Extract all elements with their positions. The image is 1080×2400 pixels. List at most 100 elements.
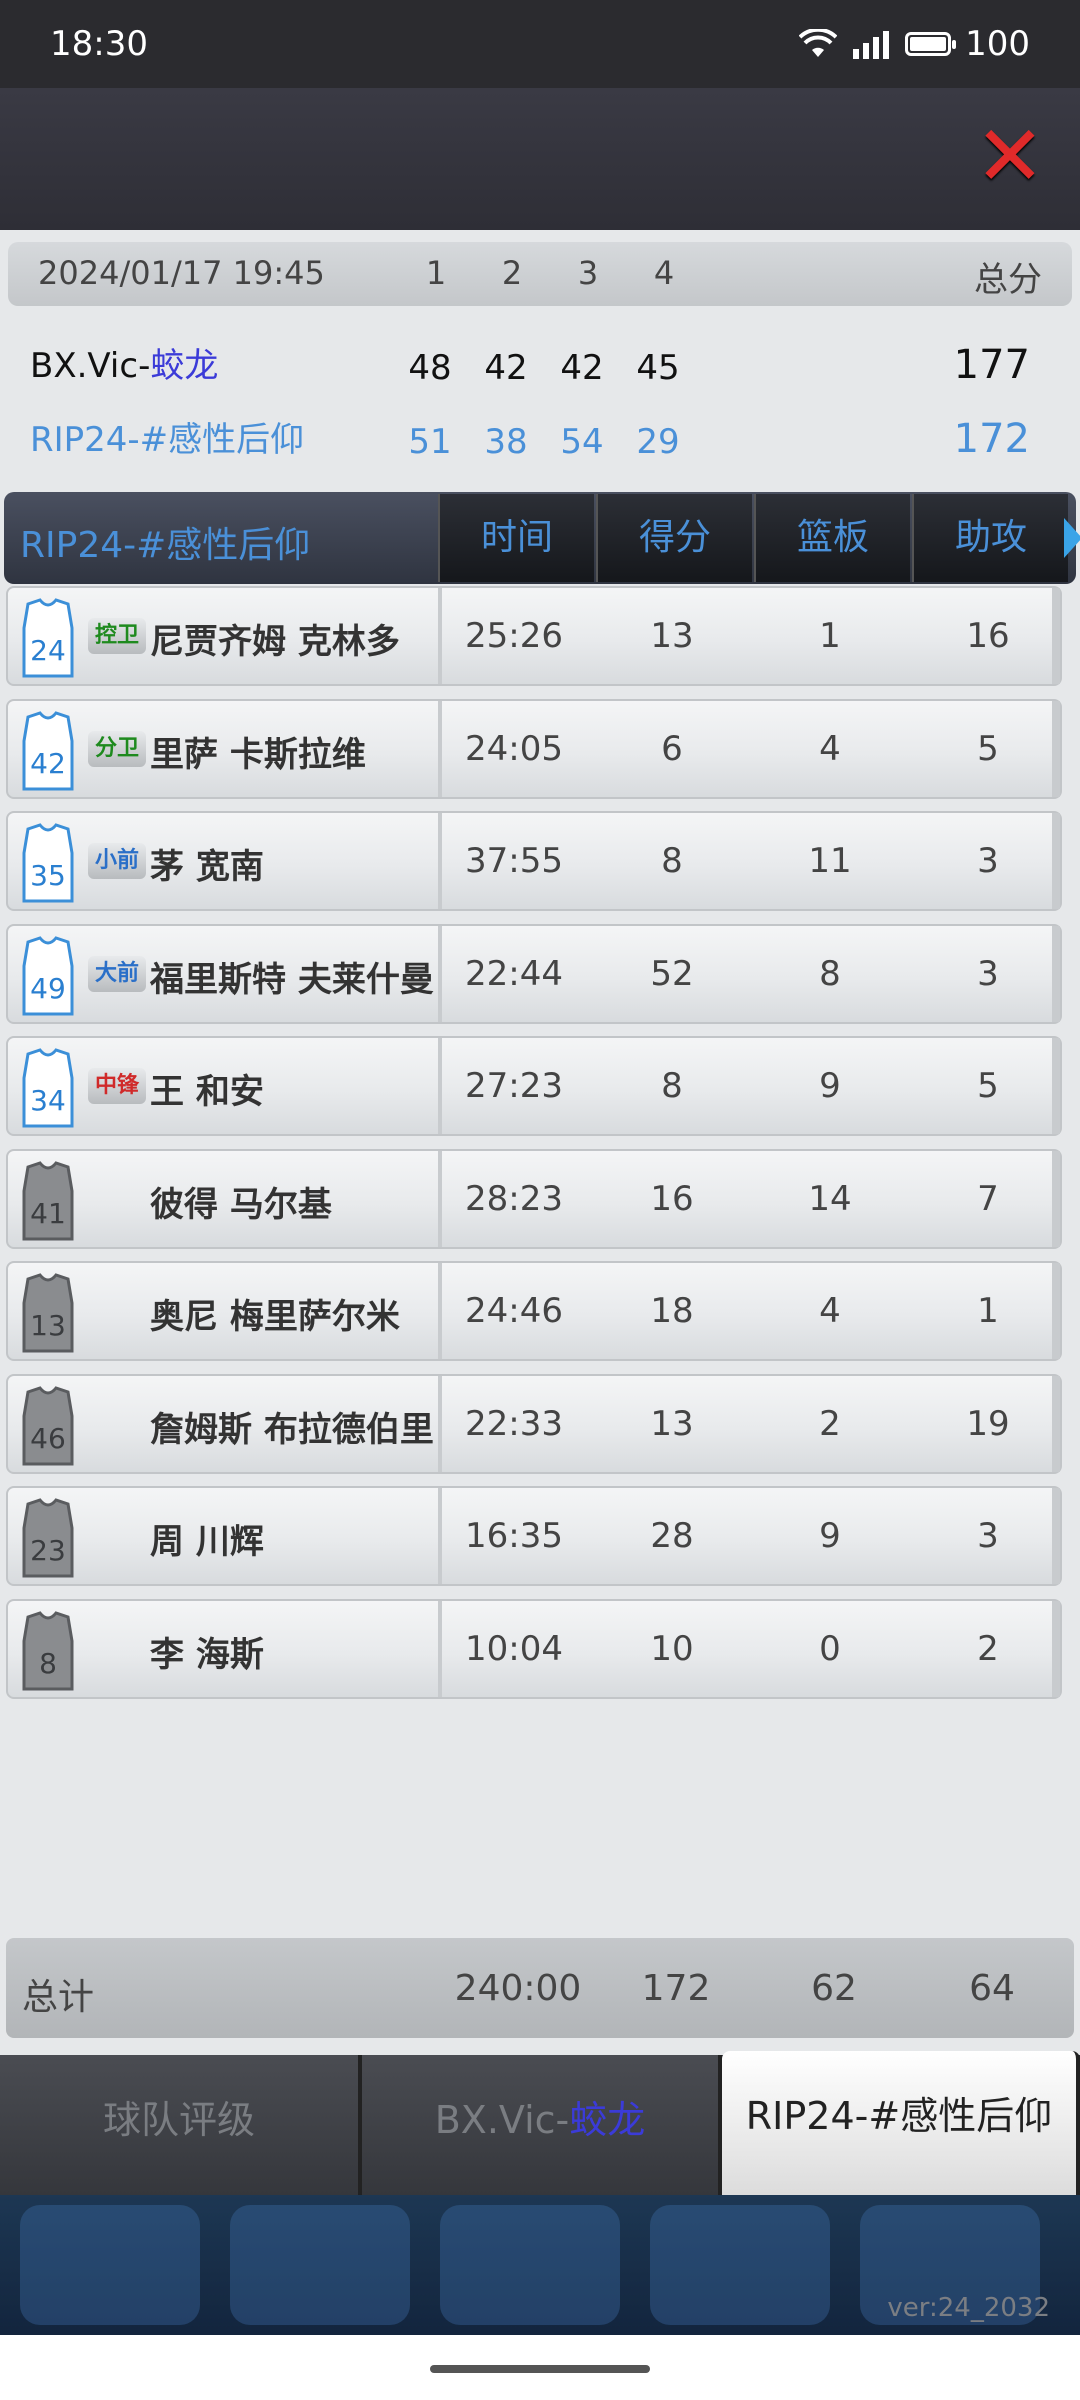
home-indicator[interactable] bbox=[430, 2365, 650, 2373]
tab-away-team[interactable]: RIP24-#感性后仰 bbox=[722, 2051, 1080, 2195]
player-name: 福里斯特 夫莱什曼 bbox=[150, 959, 434, 1000]
version-label: ver:24_2032 bbox=[887, 2293, 1050, 2323]
jersey-number: 49 bbox=[30, 972, 66, 1005]
table-row[interactable]: 24 控卫 尼贾齐姆 克林多 25:26 13 1 16 bbox=[6, 586, 1062, 686]
jersey-number: 13 bbox=[30, 1309, 66, 1342]
player-assists: 7 bbox=[977, 1178, 999, 1219]
player-time: 24:46 bbox=[465, 1291, 563, 1331]
player-time: 27:23 bbox=[465, 1066, 563, 1106]
scoreboard-header: 2024/01/17 19:45 1 2 3 4 总分 bbox=[8, 242, 1072, 306]
jersey-icon: 35 bbox=[22, 823, 74, 903]
wifi-icon bbox=[799, 29, 838, 57]
position-badge: 分卫 bbox=[88, 730, 146, 767]
jersey-number: 41 bbox=[30, 1197, 66, 1230]
row-endbar bbox=[1052, 1488, 1060, 1584]
player-points: 6 bbox=[661, 728, 683, 769]
position-badge: 小前 bbox=[88, 843, 146, 879]
battery-icon bbox=[905, 32, 957, 56]
scroll-right-arrow-icon[interactable] bbox=[1064, 518, 1080, 558]
row-endbar bbox=[1052, 925, 1060, 1022]
player-rebounds: 14 bbox=[808, 1178, 852, 1219]
home-team-suffix: 蛟龙 bbox=[150, 346, 219, 386]
player-time: 25:26 bbox=[465, 616, 563, 656]
table-row[interactable]: 23 周 川辉 16:35 28 9 3 bbox=[6, 1486, 1062, 1586]
player-time: 22:33 bbox=[465, 1403, 563, 1444]
player-rebounds: 4 bbox=[819, 728, 841, 769]
player-name: 尼贾齐姆 克林多 bbox=[150, 622, 400, 662]
row-endbar bbox=[1052, 588, 1060, 684]
table-row[interactable]: 35 小前茅 宽南 37:55 8 11 3 bbox=[6, 811, 1062, 911]
home-q4: 45 bbox=[636, 348, 680, 388]
jersey-icon: 8 bbox=[22, 1610, 74, 1690]
column-rebounds[interactable]: 篮板 bbox=[754, 494, 910, 582]
player-assists: 16 bbox=[966, 616, 1010, 656]
player-points: 52 bbox=[650, 953, 694, 994]
tab-home-prefix: BX.Vic- bbox=[434, 2098, 570, 2142]
nav-yuan-icon bbox=[230, 2205, 410, 2325]
player-rebounds: 0 bbox=[819, 1628, 841, 1669]
jersey-number: 42 bbox=[30, 747, 66, 780]
box-score-panel: 2024/01/17 19:45 1 2 3 4 总分 BX.Vic-蛟龙 48… bbox=[0, 230, 1080, 2055]
nav-chat-icon bbox=[650, 2205, 830, 2325]
player-points: 16 bbox=[650, 1178, 694, 1219]
table-team-name: RIP24-#感性后仰 bbox=[20, 525, 311, 566]
player-name: 王 和安 bbox=[150, 1072, 264, 1112]
column-assists[interactable]: 助攻 bbox=[912, 494, 1068, 582]
status-time: 18:30 bbox=[50, 24, 148, 64]
player-points: 13 bbox=[650, 616, 694, 656]
nav-game-icon bbox=[440, 2205, 620, 2325]
player-time: 28:23 bbox=[465, 1178, 563, 1219]
close-icon: ✕ bbox=[974, 107, 1046, 205]
player-rebounds: 2 bbox=[819, 1403, 841, 1444]
player-assists: 1 bbox=[977, 1291, 999, 1331]
table-row[interactable]: 41 彼得 马尔基 28:23 16 14 7 bbox=[6, 1148, 1062, 1249]
battery-level: 100 bbox=[965, 24, 1030, 64]
totals-label: 总计 bbox=[22, 1977, 95, 2018]
quarter-3-header: 3 bbox=[577, 254, 599, 292]
close-button[interactable]: ✕ bbox=[970, 114, 1050, 198]
player-rebounds: 4 bbox=[819, 1291, 841, 1331]
player-points: 10 bbox=[650, 1628, 694, 1669]
jersey-number: 46 bbox=[30, 1422, 66, 1455]
jersey-number: 23 bbox=[30, 1534, 66, 1567]
table-row[interactable]: 13 奥尼 梅里萨尔米 24:46 18 4 1 bbox=[6, 1261, 1062, 1361]
table-row[interactable]: 42 分卫 里萨 卡斯拉维 24:05 6 4 5 bbox=[6, 698, 1062, 799]
totals-assists: 64 bbox=[969, 1968, 1015, 2009]
player-rebounds: 9 bbox=[819, 1516, 841, 1556]
player-name: 李 海斯 bbox=[150, 1634, 264, 1675]
row-endbar bbox=[1052, 1375, 1060, 1472]
nav-star-icon bbox=[20, 2205, 200, 2325]
position-badge: 控卫 bbox=[88, 618, 146, 654]
table-row[interactable]: 34 中锋王 和安 27:23 8 9 5 bbox=[6, 1036, 1062, 1136]
player-time: 37:55 bbox=[465, 841, 563, 881]
column-time[interactable]: 时间 bbox=[438, 494, 594, 582]
home-q2: 42 bbox=[484, 348, 528, 388]
row-endbar bbox=[1052, 1038, 1060, 1134]
player-name: 詹姆斯 布拉德伯里 bbox=[150, 1409, 434, 1450]
player-assists: 3 bbox=[977, 841, 999, 881]
jersey-icon: 41 bbox=[22, 1160, 74, 1240]
player-time: 10:04 bbox=[465, 1628, 563, 1669]
away-q2: 38 bbox=[484, 422, 528, 462]
home-q1: 48 bbox=[408, 348, 452, 388]
jersey-icon: 34 bbox=[22, 1048, 74, 1128]
table-row[interactable]: 46 詹姆斯 布拉德伯里 22:33 13 2 19 bbox=[6, 1373, 1062, 1474]
tab-team-rating[interactable]: 球队评级 bbox=[0, 2055, 362, 2195]
row-endbar bbox=[1052, 1600, 1060, 1697]
status-icons: 100 bbox=[799, 24, 1030, 64]
away-total: 172 bbox=[953, 416, 1030, 462]
home-team-prefix: BX.Vic- bbox=[30, 346, 151, 386]
tab-home-team[interactable]: BX.Vic-蛟龙 bbox=[362, 2055, 722, 2195]
table-row[interactable]: 49 大前 福里斯特 夫莱什曼 22:44 52 8 3 bbox=[6, 923, 1062, 1024]
quarter-1-header: 1 bbox=[425, 254, 447, 292]
player-assists: 5 bbox=[977, 1066, 999, 1106]
column-points[interactable]: 得分 bbox=[596, 494, 752, 582]
player-rebounds: 9 bbox=[819, 1066, 841, 1106]
home-team-name: BX.Vic-蛟龙 bbox=[30, 338, 218, 387]
table-row[interactable]: 8 李 海斯 10:04 10 0 2 bbox=[6, 1598, 1062, 1699]
player-points: 18 bbox=[650, 1291, 694, 1331]
stats-table-header: RIP24-#感性后仰 时间 得分 篮板 助攻 bbox=[4, 492, 1080, 584]
player-points: 13 bbox=[650, 1403, 694, 1444]
player-time: 22:44 bbox=[465, 953, 563, 994]
player-rebounds: 11 bbox=[808, 841, 852, 881]
